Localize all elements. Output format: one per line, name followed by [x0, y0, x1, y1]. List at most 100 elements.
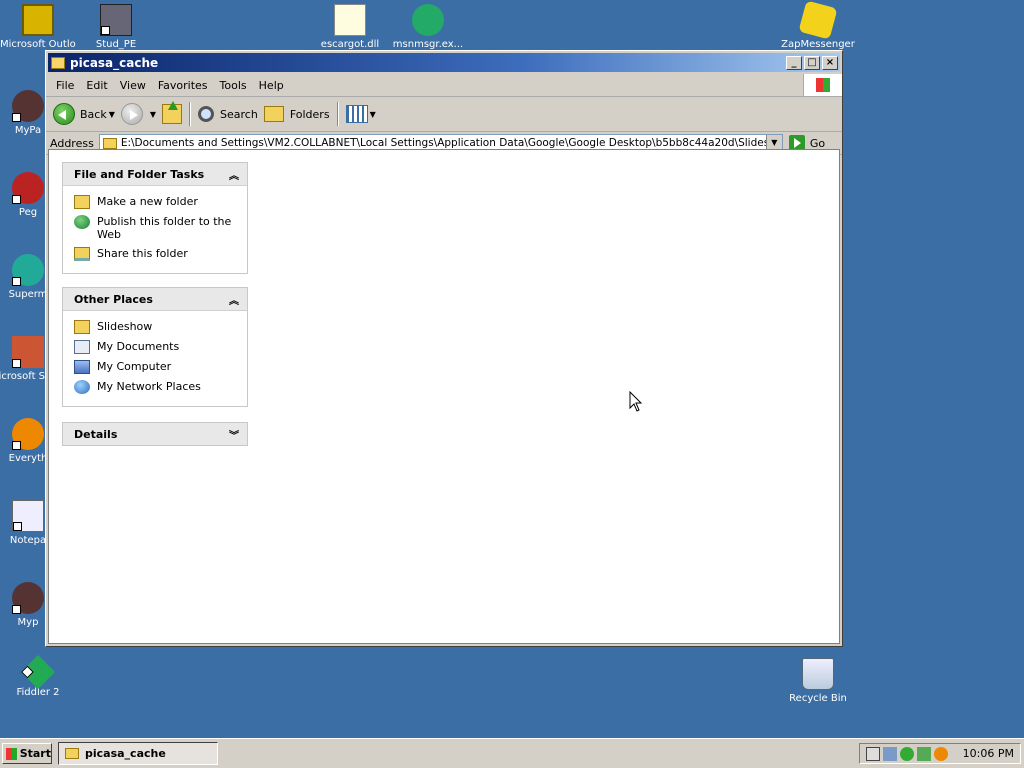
other-places-panel: Other Places ︽ Slideshow My Documents My…	[62, 287, 248, 407]
back-arrow-icon	[53, 103, 75, 125]
folders-button[interactable]: Folders	[261, 101, 333, 127]
forward-arrow-icon	[120, 103, 143, 125]
task-share-folder[interactable]: Share this folder	[74, 247, 237, 261]
collapse-chevron-icon[interactable]: ︽	[229, 167, 239, 182]
windows-flag-icon	[6, 747, 17, 760]
network-places-icon	[74, 380, 90, 394]
visual-studio-icon	[12, 336, 44, 368]
desktop-icon-stud-pe[interactable]: Stud_PE	[78, 4, 154, 50]
views-button[interactable]: ▼	[343, 101, 379, 127]
windows-logo-icon	[803, 74, 842, 96]
start-button[interactable]: Start	[2, 743, 52, 764]
panel-title: Details	[74, 427, 118, 441]
my-documents-icon	[74, 340, 90, 354]
search-button[interactable]: Search	[195, 101, 261, 127]
panel-header[interactable]: Other Places ︽	[63, 288, 247, 311]
msn-messenger-icon	[412, 4, 444, 36]
place-my-network-places[interactable]: My Network Places	[74, 380, 237, 394]
details-panel: Details ︾	[62, 422, 248, 446]
mypa-icon	[12, 90, 44, 122]
panel-header[interactable]: File and Folder Tasks ︽	[63, 163, 247, 186]
menu-edit[interactable]: Edit	[80, 79, 113, 92]
menu-favorites[interactable]: Favorites	[152, 79, 214, 92]
chevron-down-icon[interactable]: ▼	[150, 110, 156, 119]
forward-button[interactable]: ▼	[118, 101, 159, 127]
folder-icon	[51, 56, 65, 69]
peg-icon	[12, 172, 44, 204]
back-label: Back	[80, 107, 107, 121]
maximize-button[interactable]: □	[804, 55, 820, 70]
zapmessenger-icon	[798, 0, 838, 40]
superm-icon	[12, 254, 44, 286]
place-slideshow[interactable]: Slideshow	[74, 320, 237, 334]
folder-up-icon	[162, 101, 183, 124]
desktop-icon-label: Microsoft Outlo...	[0, 39, 76, 50]
close-button[interactable]: ×	[822, 55, 838, 70]
clock[interactable]: 10:06 PM	[963, 747, 1014, 760]
desktop-icon-label: Recycle Bin	[789, 693, 847, 704]
desktop-icon-outlook[interactable]: Microsoft Outlo...	[0, 4, 76, 50]
panel-header[interactable]: Details ︾	[63, 423, 247, 445]
menu-view[interactable]: View	[114, 79, 152, 92]
search-label: Search	[220, 107, 258, 121]
menu-help[interactable]: Help	[253, 79, 290, 92]
chevron-down-icon[interactable]: ▼	[370, 110, 376, 119]
window-title: picasa_cache	[70, 55, 159, 70]
search-icon	[198, 106, 215, 122]
minimize-button[interactable]: _	[786, 55, 802, 70]
desktop-icon-fiddler[interactable]: Fiddler 2	[0, 655, 76, 698]
panel-title: Other Places	[74, 292, 153, 306]
place-my-computer[interactable]: My Computer	[74, 360, 237, 374]
expand-chevron-icon[interactable]: ︾	[229, 427, 239, 442]
file-folder-tasks-panel: File and Folder Tasks ︽ Make a new folde…	[62, 162, 248, 274]
place-label: My Documents	[97, 340, 180, 353]
new-folder-icon	[74, 195, 90, 209]
place-my-documents[interactable]: My Documents	[74, 340, 237, 354]
place-label: My Computer	[97, 360, 172, 373]
mouse-cursor-icon	[629, 391, 643, 412]
folder-content-area[interactable]: File and Folder Tasks ︽ Make a new folde…	[48, 149, 840, 644]
window-titlebar[interactable]: picasa_cache _ □ ×	[48, 53, 840, 72]
task-label: Share this folder	[97, 247, 188, 260]
notepad-icon	[12, 500, 44, 532]
desktop-icon-label: escargot.dll	[320, 39, 380, 50]
back-button[interactable]: Back ▼	[50, 101, 118, 127]
task-make-new-folder[interactable]: Make a new folder	[74, 195, 237, 209]
collapse-chevron-icon[interactable]: ︽	[229, 292, 239, 307]
myp-icon	[12, 582, 44, 614]
desktop-icon-zapmessenger[interactable]: ZapMessenger	[780, 0, 856, 50]
toolbar-separator	[189, 102, 192, 126]
taskbar-item-label: picasa_cache	[85, 747, 166, 760]
desktop-icon-escargot-dll[interactable]: escargot.dll	[312, 4, 388, 50]
panel-title: File and Folder Tasks	[74, 167, 205, 181]
stud-pe-icon	[100, 4, 132, 36]
desktop-icon-label: msnmsgr.ex...	[392, 39, 464, 50]
recycle-tray-icon[interactable]	[917, 746, 931, 761]
recycle-bin-icon	[802, 658, 834, 690]
msn-tray-icon[interactable]	[900, 746, 914, 761]
toolbar-separator	[336, 102, 339, 126]
views-icon	[345, 105, 368, 123]
explorer-window: picasa_cache _ □ × File Edit View Favori…	[45, 50, 843, 647]
search-tray-icon[interactable]	[934, 746, 948, 761]
menu-file[interactable]: File	[50, 79, 80, 92]
publish-web-icon	[74, 215, 90, 229]
taskbar-item-picasa-cache[interactable]: picasa_cache	[58, 742, 218, 765]
menu-bar: File Edit View Favorites Tools Help	[46, 74, 842, 97]
task-publish-folder[interactable]: Publish this folder to the Web	[74, 215, 237, 241]
folder-icon	[102, 137, 117, 149]
outlook-icon	[22, 4, 54, 36]
go-label: Go	[809, 136, 826, 150]
start-label: Start	[19, 747, 51, 760]
address-value: E:\Documents and Settings\VM2.COLLABNET\…	[120, 137, 766, 149]
toolbar: Back ▼ ▼ Search Folders ▼	[46, 97, 842, 132]
network-icon[interactable]	[883, 746, 897, 761]
desktop-icon-recycle-bin[interactable]: Recycle Bin	[780, 658, 856, 704]
desktop-icon-msnmsgr[interactable]: msnmsgr.ex...	[390, 4, 466, 50]
keyboard-icon[interactable]	[866, 746, 880, 761]
everything-icon	[12, 418, 44, 450]
chevron-down-icon[interactable]: ▼	[109, 110, 115, 119]
system-tray: 10:06 PM	[859, 743, 1021, 764]
up-button[interactable]	[159, 101, 185, 127]
menu-tools[interactable]: Tools	[214, 79, 253, 92]
